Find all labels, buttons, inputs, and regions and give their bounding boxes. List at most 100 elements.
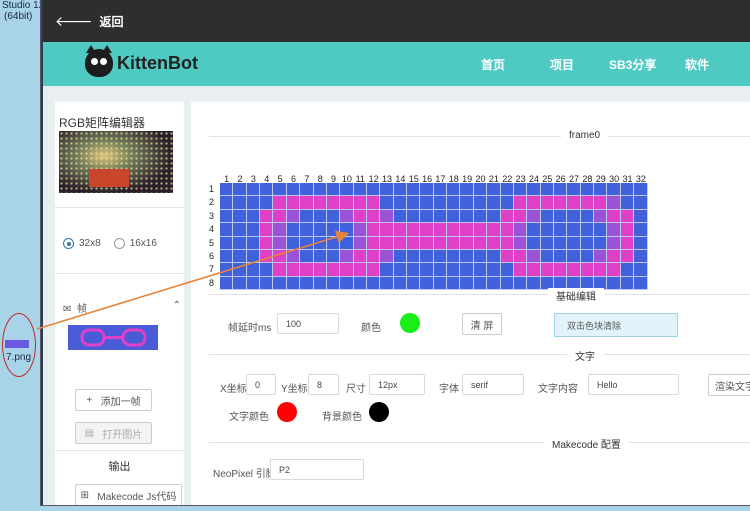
led-cell[interactable] — [513, 276, 528, 291]
led-cell[interactable] — [580, 249, 595, 264]
led-cell[interactable] — [420, 183, 434, 197]
led-cell[interactable] — [366, 249, 381, 264]
led-cell[interactable] — [513, 236, 528, 250]
led-cell[interactable] — [353, 276, 367, 291]
led-cell[interactable] — [487, 183, 501, 197]
led-cell[interactable] — [460, 276, 474, 291]
bg-color-picker[interactable] — [369, 402, 389, 422]
led-cell[interactable] — [233, 276, 247, 291]
led-cell[interactable] — [580, 236, 595, 250]
led-cell[interactable] — [380, 276, 394, 291]
frame-thumbnail[interactable] — [68, 325, 158, 350]
led-cell[interactable] — [380, 209, 394, 224]
pin-input[interactable]: P2 — [270, 459, 364, 480]
led-cell[interactable] — [620, 236, 635, 250]
chevron-up-icon[interactable]: ⌃ — [173, 300, 181, 315]
kittenbot-logo[interactable]: KittenBot — [85, 45, 198, 77]
led-cell[interactable] — [326, 223, 341, 237]
nav-item-projects[interactable]: 项目 — [550, 56, 574, 73]
led-cell[interactable] — [620, 223, 635, 237]
led-cell[interactable] — [513, 209, 528, 224]
led-cell[interactable] — [393, 223, 408, 237]
led-cell[interactable] — [553, 196, 568, 210]
led-cell[interactable] — [393, 276, 408, 291]
led-cell[interactable] — [393, 183, 408, 197]
led-cell[interactable] — [433, 276, 448, 291]
led-cell[interactable] — [313, 196, 327, 210]
led-cell[interactable] — [420, 236, 434, 250]
led-cell[interactable] — [273, 263, 287, 277]
text-content-input[interactable]: Hello — [588, 374, 679, 395]
led-cell[interactable] — [300, 249, 314, 264]
radio-16x16-label[interactable]: 16x16 — [130, 238, 157, 249]
led-cell[interactable] — [286, 223, 301, 237]
led-cell[interactable] — [340, 236, 354, 250]
led-cell[interactable] — [500, 209, 514, 224]
led-cell[interactable] — [246, 223, 261, 237]
led-cell[interactable] — [233, 209, 247, 224]
nav-item-home[interactable]: 首页 — [481, 56, 505, 73]
led-cell[interactable] — [607, 196, 621, 210]
led-cell[interactable] — [353, 263, 367, 277]
led-cell[interactable] — [460, 263, 474, 277]
led-cell[interactable] — [260, 209, 274, 224]
led-cell[interactable] — [366, 276, 381, 291]
led-cell[interactable] — [620, 183, 635, 197]
led-cell[interactable] — [220, 196, 234, 210]
led-cell[interactable] — [420, 223, 434, 237]
led-cell[interactable] — [286, 249, 301, 264]
led-cell[interactable] — [500, 276, 514, 291]
led-cell[interactable] — [353, 223, 367, 237]
led-matrix-grid[interactable] — [220, 183, 648, 291]
led-cell[interactable] — [286, 276, 301, 291]
led-cell[interactable] — [273, 236, 287, 250]
led-cell[interactable] — [567, 249, 581, 264]
led-cell[interactable] — [326, 236, 341, 250]
led-cell[interactable] — [540, 263, 554, 277]
led-cell[interactable] — [607, 276, 621, 291]
led-cell[interactable] — [620, 276, 635, 291]
led-cell[interactable] — [527, 263, 541, 277]
led-cell[interactable] — [326, 263, 341, 277]
led-cell[interactable] — [407, 223, 421, 237]
delay-input[interactable]: 100 — [277, 313, 339, 334]
nav-item-software[interactable]: 软件 — [685, 56, 709, 73]
led-cell[interactable] — [313, 276, 327, 291]
led-cell[interactable] — [420, 209, 434, 224]
led-cell[interactable] — [473, 209, 488, 224]
led-cell[interactable] — [460, 249, 474, 264]
led-cell[interactable] — [220, 183, 234, 197]
led-cell[interactable] — [580, 209, 595, 224]
led-cell[interactable] — [620, 249, 635, 264]
radio-32x8[interactable] — [63, 238, 74, 249]
led-cell[interactable] — [527, 183, 541, 197]
led-cell[interactable] — [580, 263, 595, 277]
led-cell[interactable] — [500, 183, 514, 197]
led-cell[interactable] — [326, 276, 341, 291]
led-cell[interactable] — [260, 196, 274, 210]
led-cell[interactable] — [233, 249, 247, 264]
led-cell[interactable] — [487, 209, 501, 224]
led-cell[interactable] — [407, 263, 421, 277]
led-cell[interactable] — [233, 236, 247, 250]
led-cell[interactable] — [340, 249, 354, 264]
led-cell[interactable] — [500, 263, 514, 277]
led-cell[interactable] — [487, 249, 501, 264]
led-cell[interactable] — [513, 263, 528, 277]
led-cell[interactable] — [273, 196, 287, 210]
led-cell[interactable] — [447, 249, 461, 264]
open-image-button[interactable]: ▤ 打开图片 — [75, 422, 152, 444]
led-cell[interactable] — [340, 276, 354, 291]
led-cell[interactable] — [473, 223, 488, 237]
led-cell[interactable] — [366, 183, 381, 197]
led-cell[interactable] — [634, 209, 648, 224]
makecode-js-button[interactable]: ⊞ Makecode Js代码 — [75, 484, 182, 505]
led-cell[interactable] — [326, 209, 341, 224]
led-cell[interactable] — [447, 183, 461, 197]
led-cell[interactable] — [473, 236, 488, 250]
led-cell[interactable] — [300, 209, 314, 224]
led-cell[interactable] — [433, 236, 448, 250]
led-cell[interactable] — [620, 196, 635, 210]
arrow-left-icon[interactable]: 🡐 — [55, 13, 93, 30]
text-color-picker[interactable] — [277, 402, 297, 422]
